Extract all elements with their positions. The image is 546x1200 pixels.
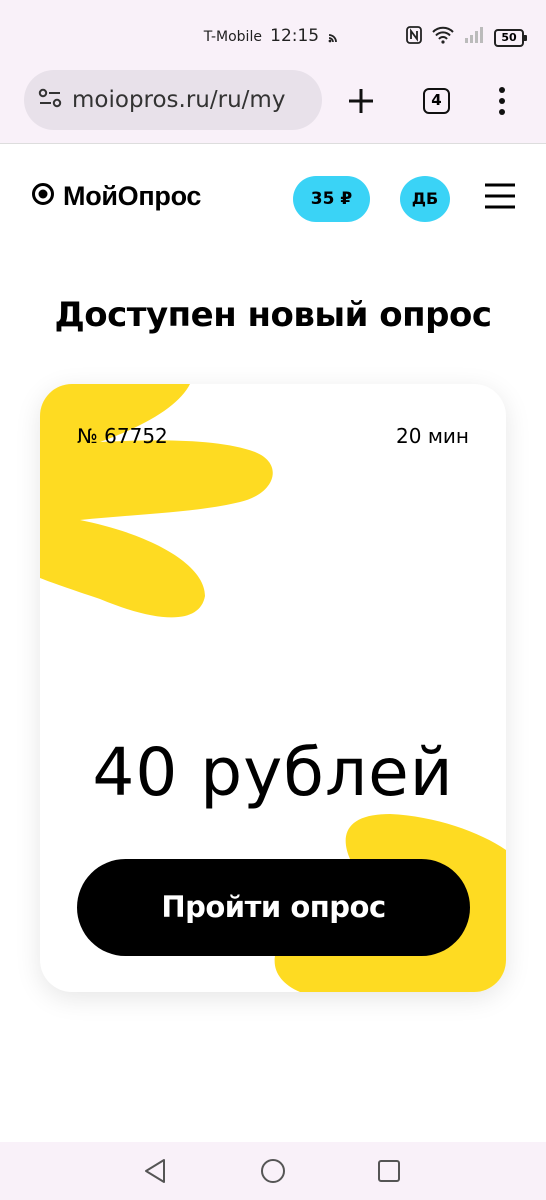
cast-icon bbox=[328, 29, 342, 47]
back-icon[interactable] bbox=[143, 1158, 167, 1189]
carrier-name: T-Mobile bbox=[203, 29, 262, 45]
site-settings-icon[interactable] bbox=[38, 88, 62, 113]
more-vert-icon[interactable] bbox=[498, 86, 506, 121]
nfc-icon bbox=[406, 26, 422, 49]
page: T-Mobile 12:15 50 moiopros.ru/ru/my 4 Мо… bbox=[0, 0, 546, 1200]
browser-toolbar: moiopros.ru/ru/my 4 bbox=[0, 68, 546, 144]
balance-button[interactable]: 35 ₽ bbox=[293, 176, 370, 222]
status-bar: T-Mobile 12:15 50 bbox=[0, 0, 546, 68]
system-nav-bar bbox=[0, 1142, 546, 1200]
site-header: МойОпрос 35 ₽ ДБ bbox=[0, 145, 546, 255]
address-bar[interactable]: moiopros.ru/ru/my bbox=[24, 70, 322, 130]
battery-icon: 50 bbox=[494, 28, 527, 47]
survey-number: № 67752 bbox=[77, 424, 168, 448]
url-text: moiopros.ru/ru/my bbox=[72, 87, 286, 113]
logo-text: МойОпрос bbox=[63, 181, 202, 211]
survey-card: № 67752 20 мин 40 рублей Пройти опрос bbox=[40, 384, 506, 992]
menu-icon[interactable] bbox=[484, 183, 516, 214]
logo-icon bbox=[31, 182, 55, 211]
wifi-icon bbox=[432, 26, 454, 49]
avatar[interactable]: ДБ bbox=[400, 176, 450, 222]
page-title: Доступен новый опрос bbox=[54, 295, 492, 335]
survey-duration: 20 мин bbox=[396, 424, 469, 448]
recents-icon[interactable] bbox=[377, 1159, 401, 1188]
survey-reward: 40 рублей bbox=[92, 734, 454, 811]
status-icons: 50 bbox=[406, 26, 527, 49]
plus-icon[interactable] bbox=[346, 86, 376, 121]
tabs-icon[interactable]: 4 bbox=[423, 88, 450, 114]
site-logo[interactable]: МойОпрос bbox=[31, 181, 201, 212]
take-survey-button[interactable]: Пройти опрос bbox=[77, 859, 470, 956]
clock: 12:15 bbox=[270, 26, 320, 46]
home-icon[interactable] bbox=[260, 1158, 286, 1189]
signal-icon bbox=[464, 26, 484, 49]
